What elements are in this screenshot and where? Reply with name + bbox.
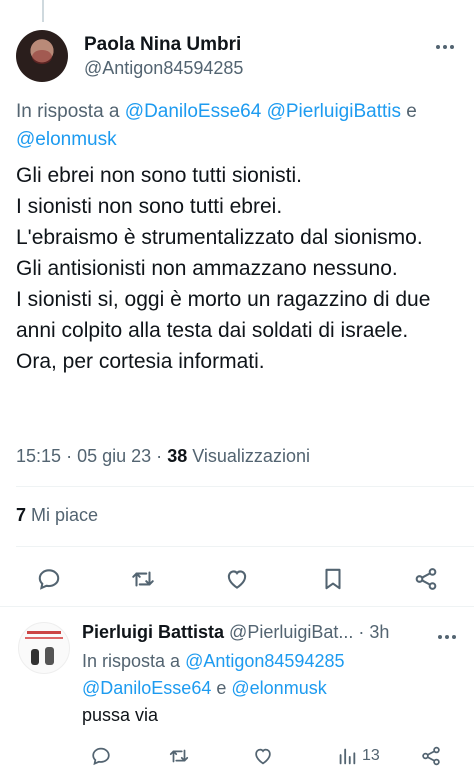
reply-avatar[interactable] xyxy=(18,622,70,674)
mention-link[interactable]: @elonmusk xyxy=(231,678,326,698)
views-count: 38 xyxy=(167,446,188,466)
mention-link[interactable]: @Antigon84594285 xyxy=(185,651,344,671)
reply-time[interactable]: · 3h xyxy=(358,622,389,642)
meta-dot: · xyxy=(66,446,73,466)
reply-icon[interactable] xyxy=(90,744,112,768)
bookmark-icon[interactable] xyxy=(320,566,346,592)
mention-link[interactable]: @elonmusk xyxy=(16,129,117,150)
author-handle[interactable]: @Antigon84594285 xyxy=(84,58,243,79)
meta-dot: · xyxy=(156,446,163,466)
mention-link[interactable]: @DaniloEsse64 xyxy=(82,678,211,698)
reply-views-count: 13 xyxy=(362,747,380,764)
retweet-icon[interactable] xyxy=(130,566,156,592)
like-icon[interactable] xyxy=(224,566,250,592)
reply-reply-context: In risposta a @Antigon84594285 @DaniloEs… xyxy=(82,648,462,702)
mention-link[interactable]: @DaniloEsse64 xyxy=(125,101,262,122)
reply-text: pussa via xyxy=(82,705,159,725)
divider xyxy=(16,546,474,547)
tweet-date[interactable]: 05 giu 23 xyxy=(77,446,151,466)
tweet-meta: 15:15 · 05 giu 23 · 38 Visualizzazioni xyxy=(16,446,310,467)
tweet-line: I sionisti non sono tutti ebrei. xyxy=(16,195,283,218)
author-name[interactable]: Paola Nina Umbri xyxy=(84,34,241,56)
tweet-line: Ora, per cortesia informati. xyxy=(16,350,265,373)
tweet-line: Gli ebrei non sono tutti sionisti. xyxy=(16,164,302,187)
tweet-time[interactable]: 15:15 xyxy=(16,446,61,466)
reply-prefix: In risposta a xyxy=(16,101,120,122)
divider xyxy=(16,486,474,487)
mention-link[interactable]: @PierluigiBattis xyxy=(267,101,401,122)
reply-author-name[interactable]: Pierluigi Battista xyxy=(82,622,224,642)
tweet-text: Gli ebrei non sono tutti sionisti. I sio… xyxy=(16,160,466,377)
tweet-line: I sionisti si, oggi è morto un ragazzino… xyxy=(16,288,431,342)
avatar[interactable] xyxy=(16,30,68,82)
divider xyxy=(0,606,474,607)
more-icon[interactable] xyxy=(436,42,458,52)
reply-author-handle[interactable]: @PierluigiBat... xyxy=(229,622,353,642)
thread-line xyxy=(42,0,44,22)
reply-conjunction: e xyxy=(216,678,227,698)
reply-icon[interactable] xyxy=(36,566,62,592)
views-icon xyxy=(336,745,358,767)
likes-summary[interactable]: 7 Mi piace xyxy=(16,505,98,526)
tweet-line: Gli antisionisti non ammazzano nessuno. xyxy=(16,257,398,280)
retweet-icon[interactable] xyxy=(168,744,190,768)
share-icon[interactable] xyxy=(413,566,439,592)
reply-conjunction: e xyxy=(406,101,417,122)
tweet-line: L'ebraismo è strumentalizzato dal sionis… xyxy=(16,226,423,249)
share-icon[interactable] xyxy=(420,744,442,768)
likes-count: 7 xyxy=(16,505,27,525)
more-icon[interactable] xyxy=(438,632,460,642)
reply-header: Pierluigi Battista @PierluigiBat... · 3h xyxy=(82,622,432,643)
views-button[interactable]: 13 xyxy=(336,744,380,768)
reply-prefix: In risposta a xyxy=(82,651,181,671)
like-icon[interactable] xyxy=(252,744,274,768)
views-label: Visualizzazioni xyxy=(192,446,310,466)
likes-label: Mi piace xyxy=(31,505,99,525)
reply-context: In risposta a @DaniloEsse64 @PierluigiBa… xyxy=(16,98,456,154)
